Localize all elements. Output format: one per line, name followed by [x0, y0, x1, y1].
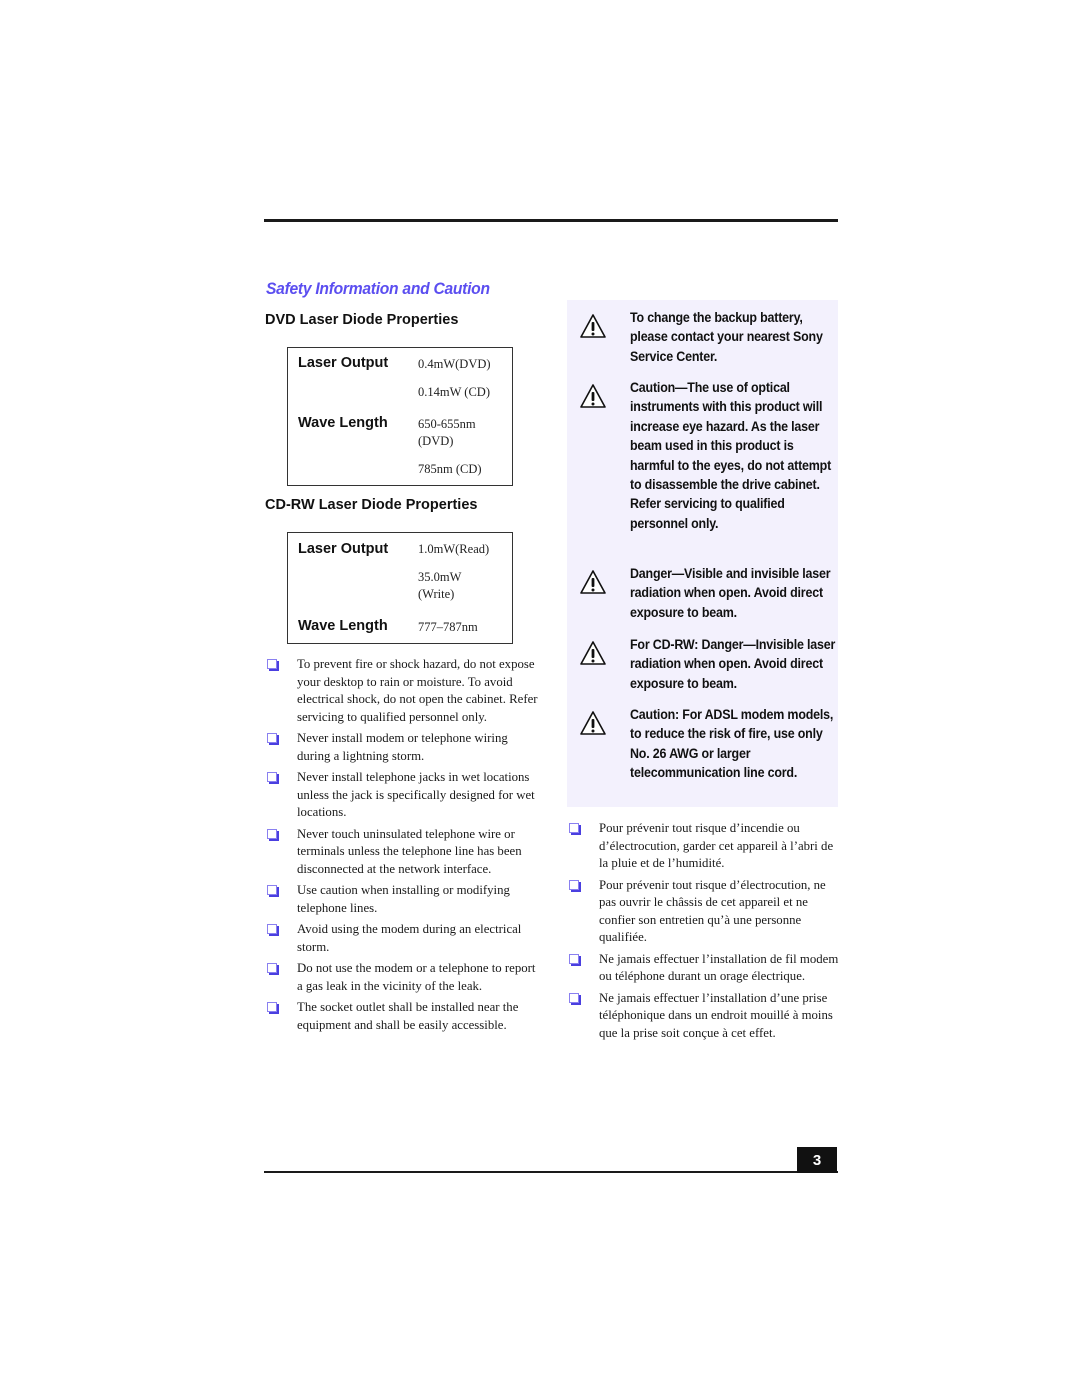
list-item: Avoid using the modem during an electric…	[266, 921, 542, 956]
list-item-text: Do not use the modem or a telephone to r…	[297, 961, 536, 993]
warning-triangle-icon	[580, 641, 606, 665]
list-item-text: Ne jamais effectuer l’installation d’une…	[599, 990, 833, 1040]
list-item: Do not use the modem or a telephone to r…	[266, 960, 542, 995]
dvd-wave-length-value: 785nm (CD)	[418, 462, 482, 476]
list-item: To prevent fire or shock hazard, do not …	[266, 656, 542, 726]
caution-text: Danger—Visible and invisible laser radia…	[630, 566, 831, 620]
cdrw-laser-output-value: 35.0mW	[418, 570, 462, 584]
english-safety-list: To prevent fire or shock hazard, do not …	[266, 656, 542, 1038]
warning-triangle-icon	[580, 711, 606, 735]
warning-triangle-icon	[580, 384, 606, 408]
list-item-text: Never touch uninsulated telephone wire o…	[297, 826, 522, 876]
checkbox-bullet-icon	[267, 772, 277, 782]
checkbox-bullet-icon	[267, 733, 277, 743]
warning-triangle-icon	[580, 570, 606, 594]
list-item: Use caution when installing or modifying…	[266, 882, 542, 917]
checkbox-bullet-icon	[267, 1002, 277, 1012]
caution-text: To change the backup battery, please con…	[630, 310, 823, 364]
checkbox-bullet-icon	[267, 828, 277, 839]
list-item-text: Never install modem or telephone wiring …	[297, 731, 508, 763]
list-item-text: To prevent fire or shock hazard, do not …	[297, 657, 538, 724]
list-item: Pour prévenir tout risque d’électrocutio…	[568, 877, 840, 947]
list-item-text: Pour prévenir tout risque d’électrocutio…	[599, 877, 826, 945]
checkbox-bullet-icon	[569, 879, 579, 890]
cdrw-wave-length-value: 777–787nm	[418, 620, 478, 634]
cdrw-laser-output-value: 1.0mW(Read)	[418, 542, 490, 556]
list-item-text: The socket outlet shall be installed nea…	[297, 1000, 519, 1032]
checkbox-bullet-icon	[569, 992, 579, 1003]
checkbox-bullet-icon	[267, 924, 277, 934]
list-item: Ne jamais effectuer l’installation d’une…	[568, 990, 840, 1043]
list-item: The socket outlet shall be installed nea…	[266, 999, 542, 1034]
list-item: Never touch uninsulated telephone wire o…	[266, 826, 542, 879]
list-item-text: Pour prévenir tout risque d’incendie ou …	[599, 821, 834, 870]
document-page: Safety Information and Caution DVD Laser…	[0, 0, 1080, 1397]
dvd-wave-length-value: (DVD)	[418, 434, 454, 448]
dvd-properties-table: Laser Output 0.4mW(DVD) 0.14mW (CD) Wave…	[287, 347, 513, 486]
list-item: Never install telephone jacks in wet loc…	[266, 769, 542, 822]
section-title: Safety Information and Caution	[266, 279, 490, 298]
caution-text: For CD-RW: Danger—Invisible laser radiat…	[630, 637, 836, 691]
cdrw-properties-table: Laser Output 1.0mW(Read) 35.0mW (Write) …	[287, 532, 513, 644]
cdrw-laser-output-value: (Write)	[418, 587, 455, 601]
cdrw-heading: CD-RW Laser Diode Properties	[265, 497, 478, 513]
caution-text: Caution—The use of optical instruments w…	[630, 380, 832, 531]
caution-panel: To change the backup battery, please con…	[567, 300, 838, 807]
cdrw-wave-length-label: Wave Length	[298, 618, 388, 634]
checkbox-bullet-icon	[267, 659, 277, 669]
dvd-laser-output-label: Laser Output	[298, 355, 389, 371]
list-item-text: Use caution when installing or modifying…	[297, 883, 510, 915]
cdrw-laser-output-label: Laser Output	[298, 541, 389, 557]
dvd-heading: DVD Laser Diode Properties	[265, 312, 459, 328]
list-item-text: Never install telephone jacks in wet loc…	[297, 770, 535, 819]
checkbox-bullet-icon	[267, 963, 277, 973]
list-item-text: Avoid using the modem during an electric…	[297, 922, 522, 954]
dvd-laser-output-value: 0.4mW(DVD)	[418, 357, 491, 371]
checkbox-bullet-icon	[569, 953, 579, 964]
list-item: Pour prévenir tout risque d’incendie ou …	[568, 820, 840, 873]
dvd-wave-length-label: Wave Length	[298, 415, 388, 431]
list-item: Ne jamais effectuer l’installation de fi…	[568, 951, 840, 986]
french-safety-list: Pour prévenir tout risque d’incendie ou …	[568, 820, 840, 1046]
bottom-rule	[264, 1171, 838, 1173]
checkbox-bullet-icon	[267, 885, 277, 895]
top-rule	[264, 219, 838, 222]
dvd-wave-length-value: 650-655nm	[418, 417, 476, 431]
list-item-text: Ne jamais effectuer l’installation de fi…	[599, 951, 839, 984]
page-number: 3	[797, 1147, 837, 1173]
checkbox-bullet-icon	[569, 823, 579, 833]
list-item: Never install modem or telephone wiring …	[266, 730, 542, 765]
caution-text: Caution: For ADSL modem models, to reduc…	[630, 707, 834, 781]
warning-triangle-icon	[580, 314, 606, 338]
dvd-laser-output-value: 0.14mW (CD)	[418, 385, 490, 399]
